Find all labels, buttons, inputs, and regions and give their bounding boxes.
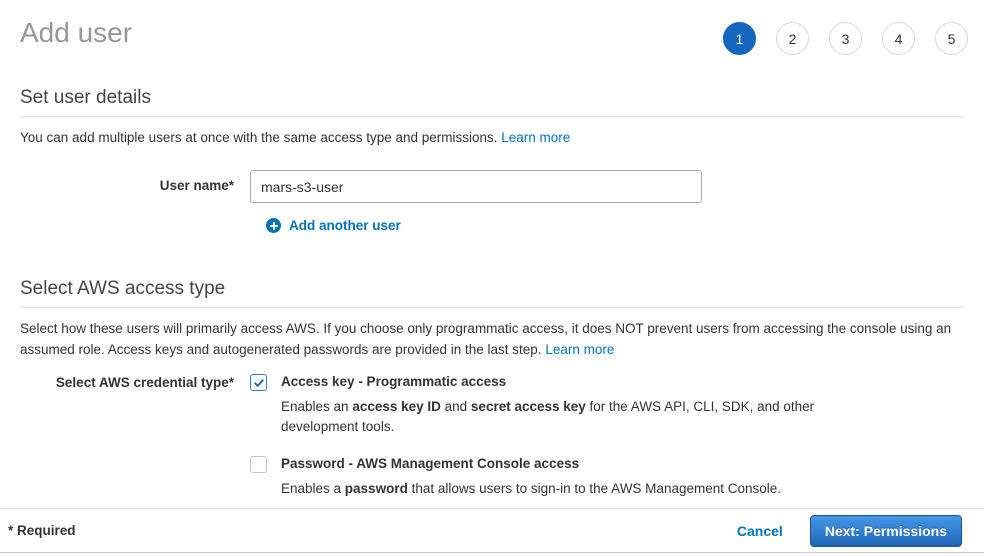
required-note: * Required bbox=[8, 523, 76, 538]
desc-text: Enables a bbox=[281, 481, 345, 496]
desc-bold: password bbox=[345, 481, 408, 496]
checkmark-icon bbox=[253, 377, 265, 389]
next-permissions-button[interactable]: Next: Permissions bbox=[810, 515, 962, 547]
console-access-description: Enables a password that allows users to … bbox=[281, 479, 781, 499]
desc-text: that allows users to sign-in to the AWS … bbox=[408, 481, 781, 496]
learn-more-link-access-type[interactable]: Learn more bbox=[545, 342, 614, 357]
page-bottom-edge bbox=[0, 552, 984, 556]
console-access-title: Password - AWS Management Console access bbox=[281, 456, 781, 472]
wizard-header: Add user 1 2 3 4 5 bbox=[0, 0, 984, 55]
wizard-step-indicator: 1 2 3 4 5 bbox=[723, 22, 968, 55]
option-content: Password - AWS Management Console access… bbox=[281, 456, 781, 499]
credential-options: Access key - Programmatic access Enables… bbox=[250, 374, 833, 499]
description-text: Select how these users will primarily ac… bbox=[20, 321, 951, 357]
option-content: Access key - Programmatic access Enables… bbox=[281, 374, 833, 437]
set-user-details-section: Set user details You can add multiple us… bbox=[20, 87, 964, 236]
programmatic-access-checkbox[interactable] bbox=[250, 374, 267, 391]
footer-actions: Cancel Next: Permissions bbox=[737, 515, 962, 547]
programmatic-access-description: Enables an access key ID and secret acce… bbox=[281, 397, 833, 437]
desc-bold: secret access key bbox=[471, 399, 586, 414]
add-another-user-button[interactable]: Add another user bbox=[266, 218, 401, 233]
step-3-indicator: 3 bbox=[829, 22, 862, 55]
programmatic-access-title: Access key - Programmatic access bbox=[281, 374, 833, 390]
desc-text: and bbox=[441, 399, 471, 414]
desc-text: Enables an bbox=[281, 399, 352, 414]
username-row: User name* bbox=[20, 170, 964, 203]
add-user-wizard-page: Add user 1 2 3 4 5 Set user details You … bbox=[0, 0, 984, 556]
desc-bold: access key ID bbox=[352, 399, 441, 414]
console-access-checkbox[interactable] bbox=[250, 456, 267, 473]
description-text: You can add multiple users at once with … bbox=[20, 130, 501, 145]
wizard-footer: * Required Cancel Next: Permissions bbox=[0, 508, 984, 552]
add-another-user-label: Add another user bbox=[289, 218, 401, 233]
step-2-indicator: 2 bbox=[776, 22, 809, 55]
select-access-type-section: Select AWS access type Select how these … bbox=[20, 278, 964, 499]
username-label: User name* bbox=[20, 170, 250, 193]
plus-circle-icon bbox=[266, 218, 281, 233]
option-programmatic-access: Access key - Programmatic access Enables… bbox=[250, 374, 833, 437]
cancel-button[interactable]: Cancel bbox=[737, 523, 783, 539]
option-console-access: Password - AWS Management Console access… bbox=[250, 456, 833, 499]
credential-type-label: Select AWS credential type* bbox=[20, 374, 250, 390]
learn-more-link-user-details[interactable]: Learn more bbox=[501, 130, 570, 145]
step-5-indicator: 5 bbox=[935, 22, 968, 55]
set-user-details-description: You can add multiple users at once with … bbox=[20, 127, 964, 148]
page-title: Add user bbox=[20, 18, 132, 49]
step-4-indicator: 4 bbox=[882, 22, 915, 55]
select-access-type-heading: Select AWS access type bbox=[20, 278, 964, 308]
set-user-details-heading: Set user details bbox=[20, 87, 964, 117]
select-access-type-description: Select how these users will primarily ac… bbox=[20, 318, 964, 360]
username-input[interactable] bbox=[250, 170, 702, 203]
credential-type-row: Select AWS credential type* Access key -… bbox=[20, 374, 964, 499]
step-1-indicator: 1 bbox=[723, 22, 756, 55]
